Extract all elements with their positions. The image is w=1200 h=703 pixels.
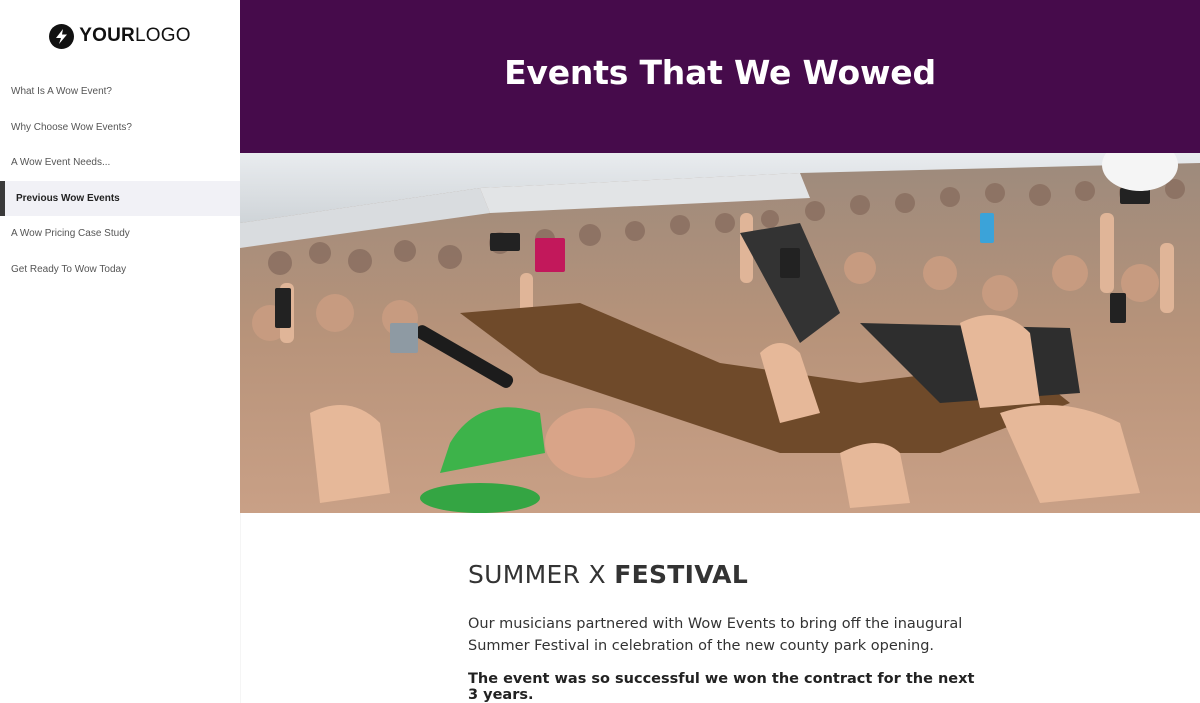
sidebar-item-why-choose-wow-events[interactable]: Why Choose Wow Events? — [0, 110, 240, 146]
page-header: Events That We Wowed — [240, 0, 1200, 153]
event-title: SUMMER X FESTIVAL — [468, 560, 988, 589]
sidebar-item-a-wow-event-needs[interactable]: A Wow Event Needs... — [0, 145, 240, 181]
sidebar-item-get-ready-to-wow-today[interactable]: Get Ready To Wow Today — [0, 252, 240, 288]
page-title: Events That We Wowed — [504, 53, 936, 92]
event-title-bold: FESTIVAL — [614, 560, 749, 589]
event-section: SUMMER X FESTIVAL Our musicians partnere… — [468, 560, 988, 703]
sidebar-nav: What Is A Wow Event? Why Choose Wow Even… — [0, 74, 240, 287]
sidebar-item-previous-wow-events[interactable]: Previous Wow Events — [0, 180, 240, 216]
logo[interactable]: YOURLOGO — [0, 0, 240, 72]
hero-image — [240, 153, 1200, 513]
festival-crowd-photo — [240, 153, 1200, 513]
logo-text: YOURLOGO — [79, 25, 190, 47]
event-highlight: The event was so successful we won the c… — [468, 671, 975, 703]
lightning-bolt-icon — [49, 23, 75, 49]
sidebar-item-what-is-a-wow-event[interactable]: What Is A Wow Event? — [0, 74, 240, 110]
logo-text-light: LOGO — [134, 25, 191, 46]
event-description: Our musicians partnered with Wow Events … — [468, 616, 963, 654]
event-title-light: SUMMER X — [468, 560, 615, 589]
sidebar: YOURLOGO What Is A Wow Event? Why Choose… — [0, 0, 240, 703]
sidebar-item-a-wow-pricing-case-study[interactable]: A Wow Pricing Case Study — [0, 216, 240, 252]
logo-text-bold: YOUR — [79, 25, 135, 46]
